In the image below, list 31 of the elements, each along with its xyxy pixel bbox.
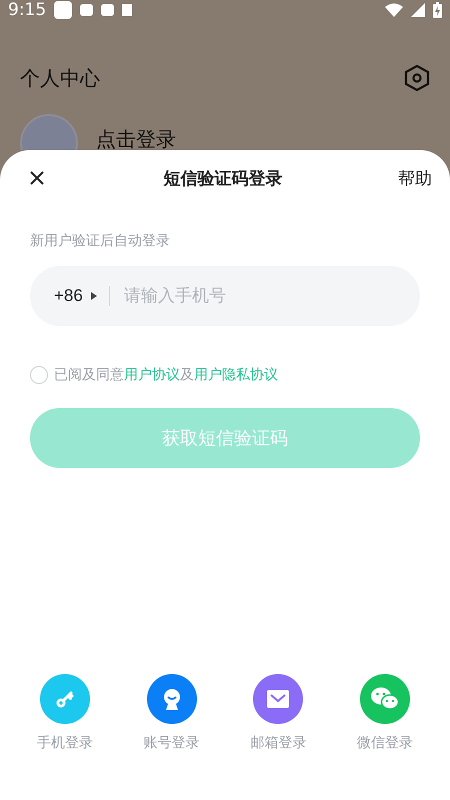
settings-icon[interactable]	[404, 64, 430, 92]
key-icon	[55, 689, 75, 709]
phone-field[interactable]: +86 请输入手机号	[30, 266, 420, 326]
app-notification-icon	[80, 4, 94, 16]
agreement-link[interactable]: 用户隐私协议	[194, 367, 278, 383]
sheet-title: 短信验证码登录	[164, 168, 282, 190]
envelope-icon	[266, 689, 290, 709]
wifi-icon	[385, 3, 403, 17]
hint-text: 新用户验证后自动登录	[30, 232, 171, 250]
agreement-text: 已阅及同意用户协议及用户隐私协议	[54, 366, 278, 384]
keyboard-notification-icon	[122, 4, 132, 16]
close-icon	[30, 171, 44, 185]
login-prompt[interactable]: 点击登录	[96, 126, 176, 150]
login-option-label: 微信登录	[356, 734, 413, 752]
country-code-select[interactable]: +86	[54, 286, 97, 306]
login-option-label: 账号登录	[144, 734, 200, 752]
login-option[interactable]: 账号登录	[122, 674, 222, 752]
login-option[interactable]: 手机登录	[15, 674, 115, 752]
login-option-label: 手机登录	[37, 734, 93, 752]
caret-icon	[90, 292, 97, 300]
login-option[interactable]: 微信登录	[334, 674, 435, 752]
agreement-link[interactable]: 用户协议	[124, 367, 180, 383]
app-notification-icon	[101, 4, 114, 16]
help-link[interactable]: 帮助	[398, 166, 432, 190]
login-option-label: 邮箱登录	[250, 734, 306, 752]
page-title: 个人中心	[20, 64, 100, 92]
signal-icon	[411, 3, 425, 17]
status-time: 9:15	[8, 0, 46, 20]
agreement-checkbox[interactable]	[30, 366, 48, 384]
app-notification-icon	[54, 1, 72, 19]
login-option[interactable]: 邮箱登录	[228, 674, 328, 752]
